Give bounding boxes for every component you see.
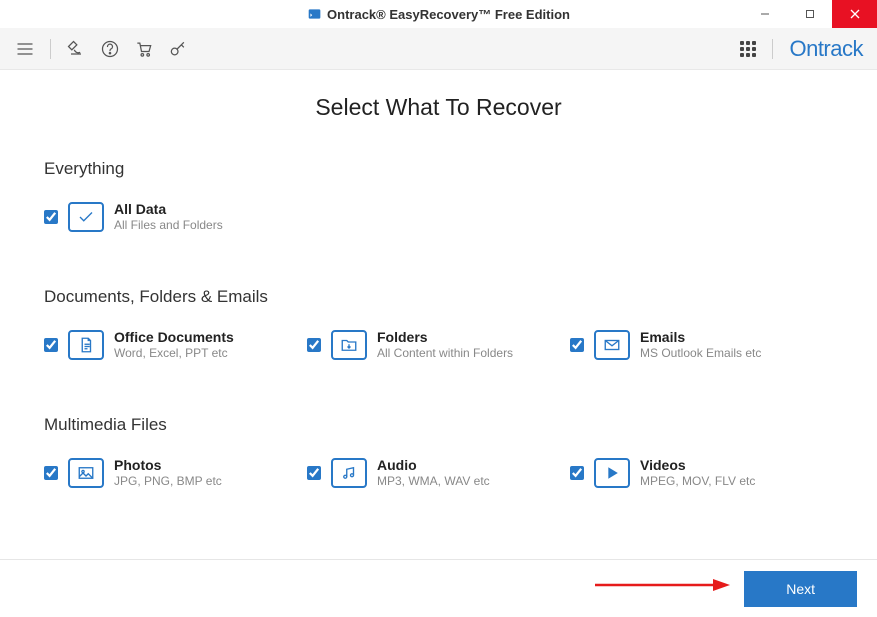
option-text: Office Documents Word, Excel, PPT etc: [114, 329, 234, 360]
option-title: Photos: [114, 457, 222, 473]
option-sub: All Content within Folders: [377, 346, 513, 360]
page-title: Select What To Recover: [44, 94, 833, 121]
option-audio[interactable]: Audio MP3, WMA, WAV etc: [307, 457, 570, 488]
section-options-everything: All Data All Files and Folders: [44, 201, 833, 232]
window-controls: [742, 0, 877, 28]
option-title: Folders: [377, 329, 513, 345]
option-sub: MP3, WMA, WAV etc: [377, 474, 490, 488]
video-icon: [594, 458, 630, 488]
apps-icon[interactable]: [740, 41, 756, 57]
option-sub: MPEG, MOV, FLV etc: [640, 474, 755, 488]
audio-icon: [331, 458, 367, 488]
checkbox-photos[interactable]: [44, 466, 58, 480]
footer-bar: Next: [0, 559, 877, 617]
checkbox-all-data[interactable]: [44, 210, 58, 224]
checkbox-emails[interactable]: [570, 338, 584, 352]
checkbox-office-documents[interactable]: [44, 338, 58, 352]
option-title: Videos: [640, 457, 755, 473]
checkbox-audio[interactable]: [307, 466, 321, 480]
email-icon: [594, 330, 630, 360]
option-emails[interactable]: Emails MS Outlook Emails etc: [570, 329, 833, 360]
option-text: Videos MPEG, MOV, FLV etc: [640, 457, 755, 488]
option-text: Folders All Content within Folders: [377, 329, 513, 360]
section-heading-everything: Everything: [44, 159, 833, 179]
option-sub: All Files and Folders: [114, 218, 223, 232]
help-icon[interactable]: [99, 38, 121, 60]
option-title: Audio: [377, 457, 490, 473]
toolbar-left: [14, 38, 189, 60]
cart-icon[interactable]: [133, 38, 155, 60]
window-title: Ontrack® EasyRecovery™ Free Edition: [307, 7, 570, 22]
photo-icon: [68, 458, 104, 488]
section-heading-documents: Documents, Folders & Emails: [44, 287, 833, 307]
option-title: Emails: [640, 329, 761, 345]
option-title: All Data: [114, 201, 223, 217]
option-photos[interactable]: Photos JPG, PNG, BMP etc: [44, 457, 307, 488]
option-sub: JPG, PNG, BMP etc: [114, 474, 222, 488]
option-videos[interactable]: Videos MPEG, MOV, FLV etc: [570, 457, 833, 488]
option-all-data[interactable]: All Data All Files and Folders: [44, 201, 309, 232]
option-sub: MS Outlook Emails etc: [640, 346, 761, 360]
section-options-multimedia: Photos JPG, PNG, BMP etc Audio MP3, WMA,…: [44, 457, 833, 488]
toolbar-right: Ontrack: [740, 36, 863, 62]
window-title-text: Ontrack® EasyRecovery™ Free Edition: [327, 7, 570, 22]
option-text: All Data All Files and Folders: [114, 201, 223, 232]
all-data-icon: [68, 202, 104, 232]
option-text: Photos JPG, PNG, BMP etc: [114, 457, 222, 488]
option-title: Office Documents: [114, 329, 234, 345]
section-options-documents: Office Documents Word, Excel, PPT etc Fo…: [44, 329, 833, 360]
toolbar: Ontrack: [0, 28, 877, 70]
microscope-icon[interactable]: [65, 38, 87, 60]
menu-icon[interactable]: [14, 38, 36, 60]
main-content: Select What To Recover Everything All Da…: [0, 70, 877, 488]
document-icon: [68, 330, 104, 360]
option-sub: Word, Excel, PPT etc: [114, 346, 234, 360]
option-office-documents[interactable]: Office Documents Word, Excel, PPT etc: [44, 329, 307, 360]
divider: [50, 39, 51, 59]
titlebar: Ontrack® EasyRecovery™ Free Edition: [0, 0, 877, 28]
section-heading-multimedia: Multimedia Files: [44, 415, 833, 435]
option-folders[interactable]: Folders All Content within Folders: [307, 329, 570, 360]
maximize-button[interactable]: [787, 0, 832, 28]
option-text: Audio MP3, WMA, WAV etc: [377, 457, 490, 488]
key-icon[interactable]: [167, 38, 189, 60]
checkbox-videos[interactable]: [570, 466, 584, 480]
checkbox-folders[interactable]: [307, 338, 321, 352]
next-button[interactable]: Next: [744, 571, 857, 607]
divider: [772, 39, 773, 59]
close-button[interactable]: [832, 0, 877, 28]
brand-logo: Ontrack: [789, 36, 863, 62]
option-text: Emails MS Outlook Emails etc: [640, 329, 761, 360]
folder-icon: [331, 330, 367, 360]
minimize-button[interactable]: [742, 0, 787, 28]
app-icon: [307, 7, 321, 21]
